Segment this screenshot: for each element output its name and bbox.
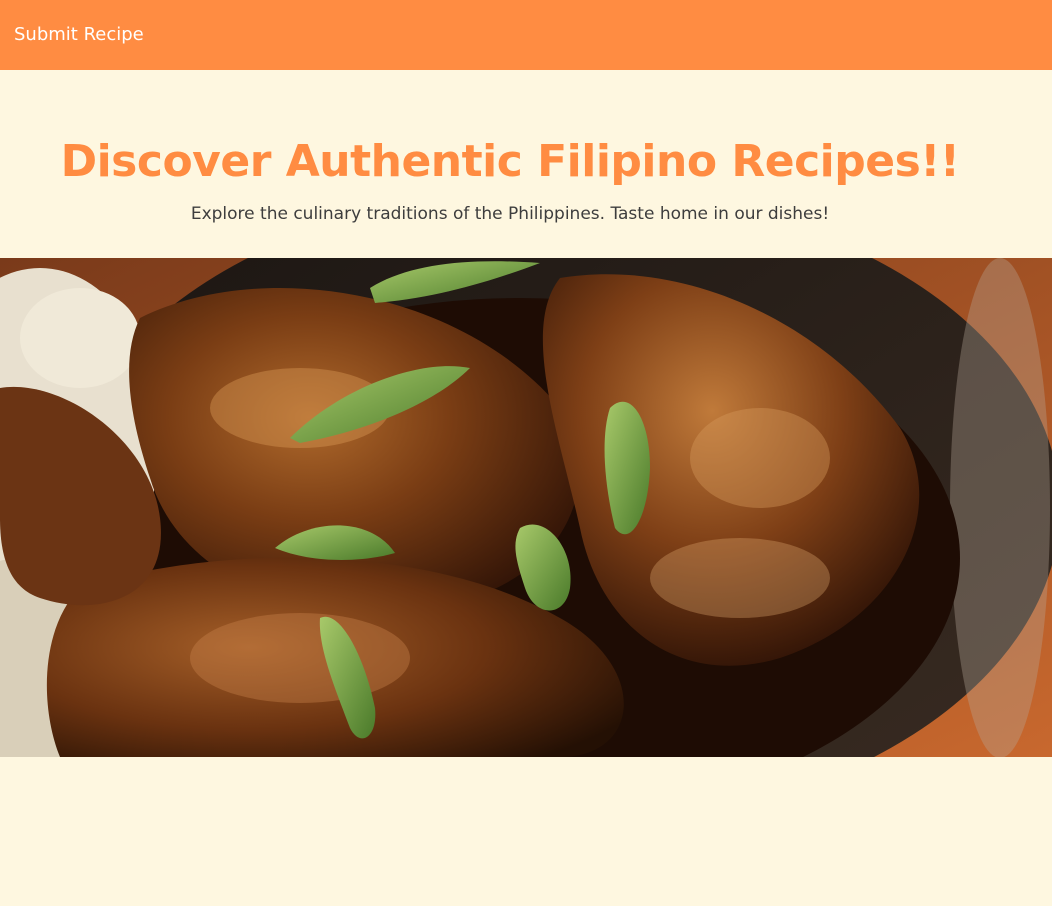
page-subtitle: Explore the culinary traditions of the P… <box>190 204 830 224</box>
navbar: Submit Recipe <box>0 0 1052 70</box>
page-title: Discover Authentic Filipino Recipes!! <box>60 136 960 187</box>
chicken-adobo-illustration <box>0 258 1052 757</box>
hero-food-image <box>0 258 1052 757</box>
submit-recipe-link[interactable]: Submit Recipe <box>14 23 144 47</box>
